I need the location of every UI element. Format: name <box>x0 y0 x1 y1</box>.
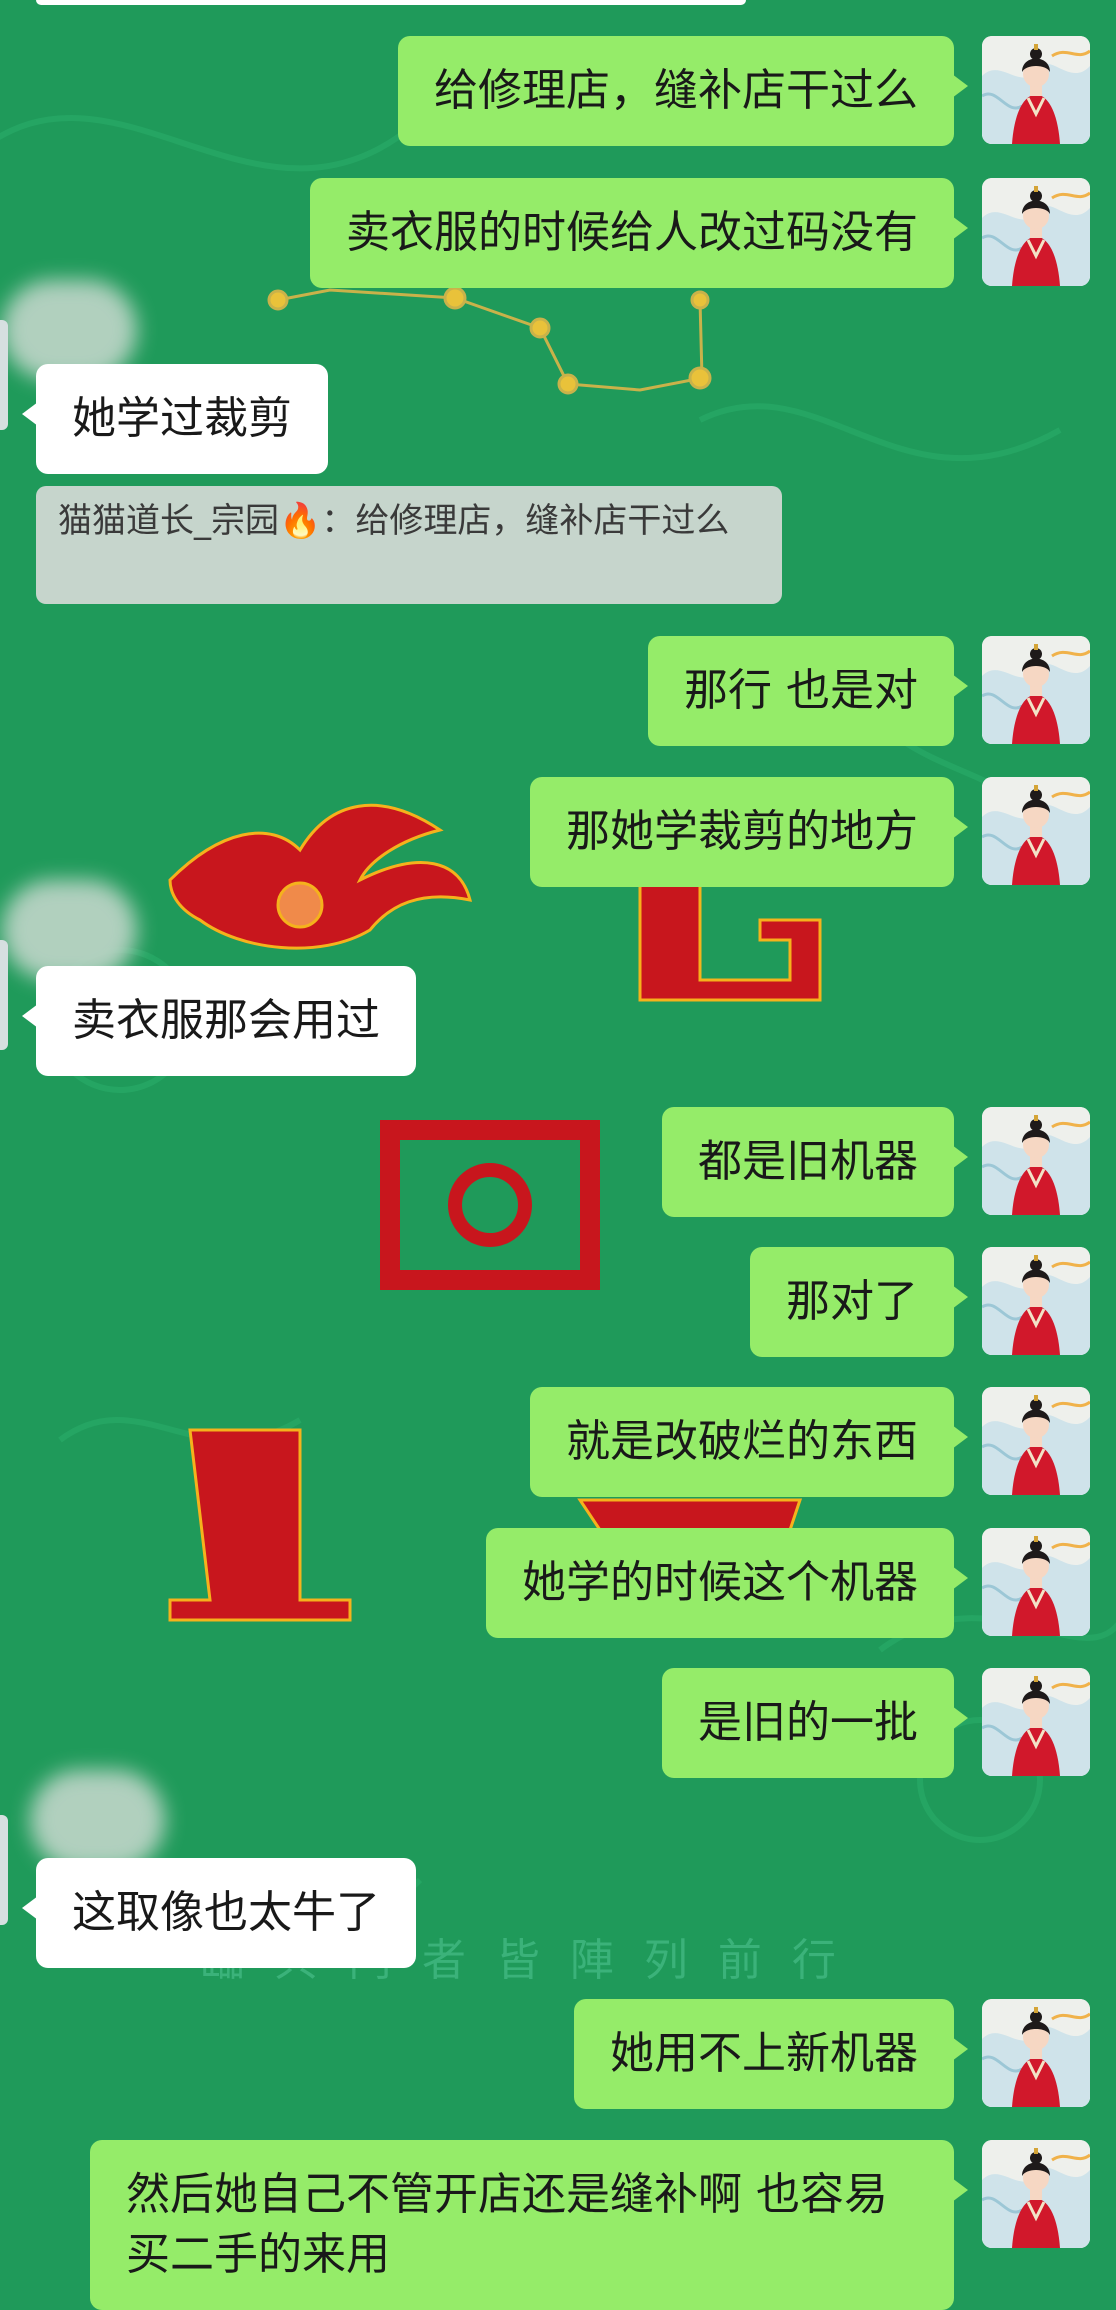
avatar-edge <box>0 320 8 430</box>
quote-sender: 猫猫道长_宗园 <box>58 501 279 541</box>
hanfu-girl-avatar[interactable] <box>982 1668 1090 1776</box>
message-bubble-outgoing[interactable]: 给修理店，缝补店干过么 <box>398 36 968 146</box>
hanfu-girl-avatar[interactable] <box>982 178 1090 286</box>
message-bubble-outgoing[interactable]: 那行 也是对 <box>648 636 968 746</box>
message-bubble-outgoing[interactable]: 那对了 <box>750 1247 968 1357</box>
message-bubble-incoming[interactable]: 这取像也太牛了 <box>22 1858 416 1968</box>
hanfu-girl-avatar[interactable] <box>982 777 1090 885</box>
hanfu-girl-avatar[interactable] <box>982 1247 1090 1355</box>
fire-icon: 🔥 <box>279 501 322 541</box>
avatar-edge <box>0 1815 8 1925</box>
previous-message-edge <box>36 0 746 5</box>
quoted-reply[interactable]: 猫猫道长_宗园🔥：给修理店，缝补店干过么 <box>36 486 782 604</box>
message-bubble-outgoing[interactable]: 就是改破烂的东西 <box>530 1387 968 1497</box>
message-bubble-incoming[interactable]: 她学过裁剪 <box>22 364 328 474</box>
hanfu-girl-avatar[interactable] <box>982 1528 1090 1636</box>
other-avatar-blurred[interactable] <box>2 880 137 980</box>
message-bubble-outgoing[interactable]: 那她学裁剪的地方 <box>530 777 968 887</box>
hanfu-girl-avatar[interactable] <box>982 1999 1090 2107</box>
hanfu-girl-avatar[interactable] <box>982 636 1090 744</box>
avatar-edge <box>0 940 8 1050</box>
message-bubble-outgoing[interactable]: 都是旧机器 <box>662 1107 968 1217</box>
other-avatar-blurred[interactable] <box>30 1770 165 1870</box>
hanfu-girl-avatar[interactable] <box>982 36 1090 144</box>
message-bubble-outgoing[interactable]: 是旧的一批 <box>662 1668 968 1778</box>
message-bubble-outgoing[interactable]: 她学的时候这个机器 <box>486 1528 968 1638</box>
hanfu-girl-avatar[interactable] <box>982 1107 1090 1215</box>
message-bubble-outgoing[interactable]: 她用不上新机器 <box>574 1999 968 2109</box>
quote-text: ：给修理店，缝补店干过么 <box>321 501 730 541</box>
message-bubble-incoming[interactable]: 卖衣服那会用过 <box>22 966 416 1076</box>
message-bubble-outgoing[interactable]: 卖衣服的时候给人改过码没有 <box>310 178 968 288</box>
hanfu-girl-avatar[interactable] <box>982 2140 1090 2248</box>
hanfu-girl-avatar[interactable] <box>982 1387 1090 1495</box>
message-bubble-outgoing[interactable]: 然后她自己不管开店还是缝补啊 也容易 买二手的来用 <box>90 2140 968 2310</box>
